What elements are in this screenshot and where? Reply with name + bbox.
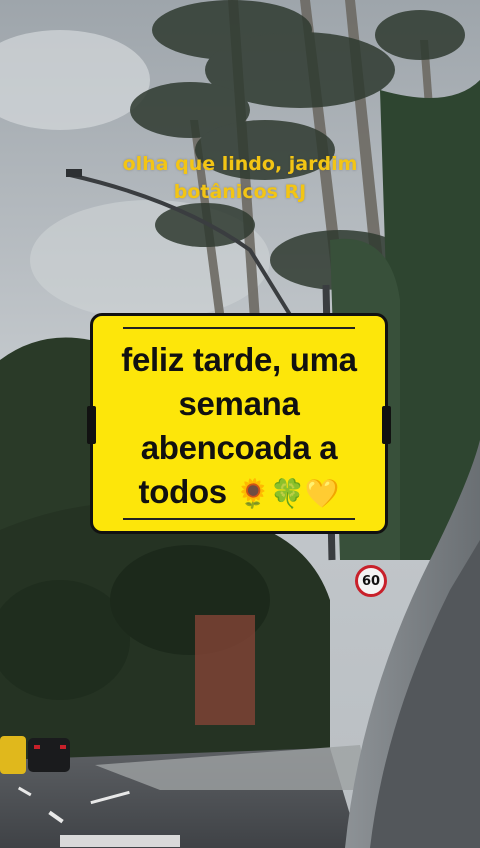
message-line-last: todos 🌻🍀💛 [93,470,385,516]
message-word: todos [138,473,228,510]
cars [0,736,70,774]
greeting-card: feliz tarde, uma semana abencoada a todo… [87,313,391,534]
red-building [195,615,255,725]
speed-limit-value: 60 [361,573,381,589]
caption-line: olha que lindo, jardim [122,153,358,175]
greeting-message: feliz tarde, uma semana abencoada a todo… [93,338,385,516]
caption-line: botânicos RJ [173,181,307,203]
message-line: abencoada a [140,429,338,466]
message-line: feliz tarde, uma [121,341,357,378]
card-top-rule [123,327,355,329]
photo-caption: olha que lindo, jardim botânicos RJ [60,150,420,206]
speed-limit-sign: 60 [355,565,387,597]
sunflower-clover-heart-emoji: 🌻🍀💛 [235,478,340,509]
card-bottom-rule [123,518,355,520]
message-line: semana [178,385,300,422]
